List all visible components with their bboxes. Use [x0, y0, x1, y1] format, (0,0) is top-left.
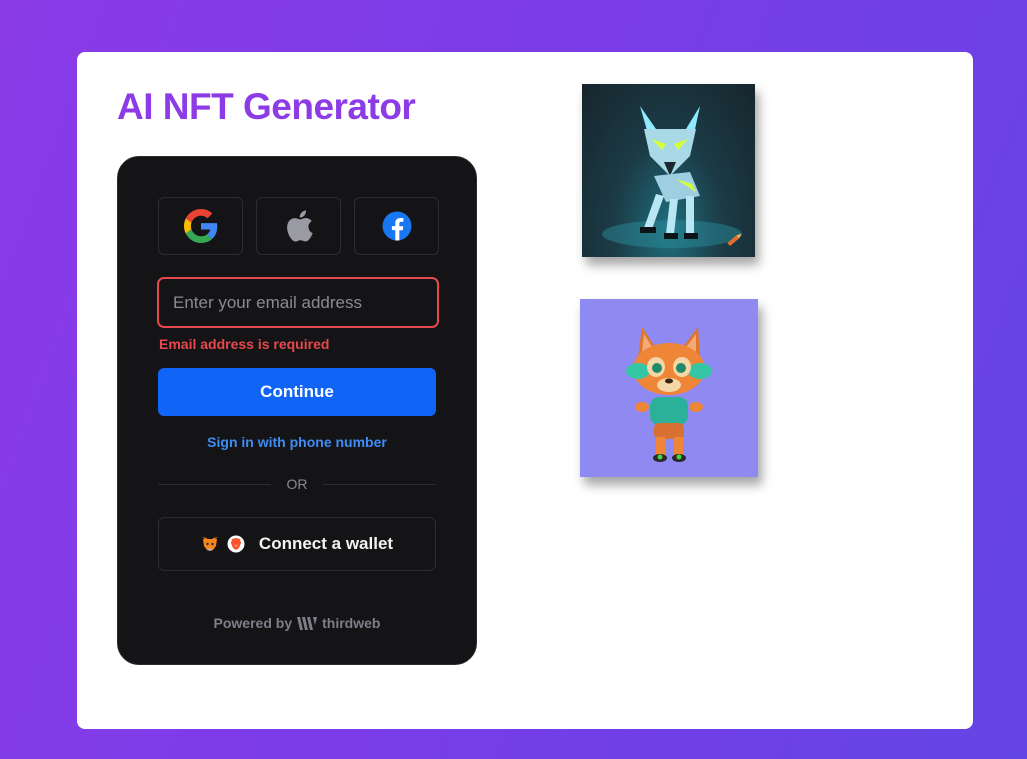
- page-title: AI NFT Generator: [117, 86, 416, 127]
- email-error-message: Email address is required: [159, 336, 330, 352]
- powered-by-brand: thirdweb: [322, 615, 381, 631]
- powered-by: Powered by thirdweb: [118, 615, 476, 631]
- or-divider: OR: [158, 475, 436, 495]
- connect-wallet-label: Connect a wallet: [258, 534, 394, 553]
- apple-login-button[interactable]: [256, 197, 341, 255]
- google-icon: [183, 209, 217, 243]
- thirdweb-logo-icon: [297, 616, 318, 630]
- nft-image-cartoon-fox: [580, 299, 758, 477]
- metamask-icon: [201, 537, 218, 551]
- google-login-button[interactable]: [158, 197, 243, 255]
- apple-icon: [286, 210, 313, 242]
- email-input[interactable]: [157, 277, 439, 328]
- social-login-row: [158, 197, 439, 255]
- facebook-icon: [382, 211, 411, 241]
- continue-button[interactable]: Continue: [158, 368, 436, 416]
- divider-line-right: [323, 484, 436, 485]
- facebook-login-button[interactable]: [354, 197, 439, 255]
- phone-signin-link[interactable]: Sign in with phone number: [118, 434, 476, 450]
- connect-wallet-button[interactable]: Connect a wallet: [158, 517, 436, 571]
- login-panel: Email address is required Continue Sign …: [117, 156, 477, 665]
- main-card: AI NFT Generator Enter your email addres…: [77, 52, 973, 729]
- brave-icon: [227, 535, 245, 553]
- powered-by-label: Powered by: [213, 615, 293, 631]
- nft-image-robot-wolf: [582, 84, 755, 257]
